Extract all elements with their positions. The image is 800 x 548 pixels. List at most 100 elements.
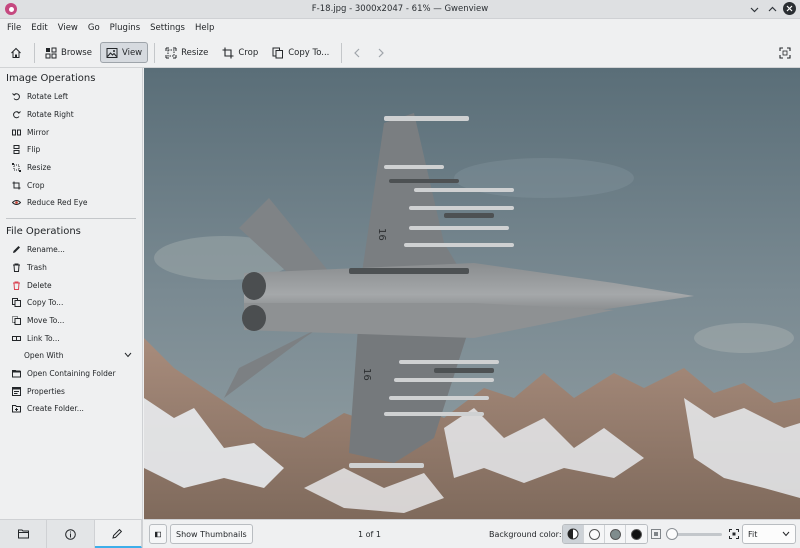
copy-to-label: Copy To...	[27, 298, 64, 308]
properties-item[interactable]: Properties	[0, 382, 142, 400]
crop-icon	[12, 181, 21, 190]
resize-button[interactable]: Resize	[159, 42, 214, 63]
svg-text:16: 16	[361, 368, 372, 381]
menu-file[interactable]: File	[2, 19, 26, 38]
image-operations-heading: Image Operations	[6, 73, 96, 84]
show-thumbnails-button[interactable]: Show Thumbnails	[170, 524, 253, 544]
svg-text:16: 16	[376, 228, 387, 241]
chevron-down-icon	[124, 351, 132, 360]
status-bar: Show Thumbnails 1 of 1 Background color:…	[144, 519, 800, 548]
menu-help[interactable]: Help	[190, 19, 219, 38]
copy-to-item[interactable]: Copy To...	[0, 294, 142, 312]
rotate-left-item[interactable]: Rotate Left	[0, 88, 142, 106]
image-view[interactable]: 16 16	[144, 68, 800, 519]
fullscreen-button[interactable]	[776, 44, 794, 62]
pencil-icon	[112, 528, 123, 539]
flip-item[interactable]: Flip	[0, 141, 142, 159]
grid-icon	[45, 47, 57, 59]
link-to-item[interactable]: Link To...	[0, 329, 142, 347]
zoom-select[interactable]: Fit	[742, 524, 796, 544]
copy-icon	[12, 298, 21, 308]
menu-view[interactable]: View	[53, 19, 83, 38]
chevron-left-icon	[354, 48, 360, 57]
create-folder-item[interactable]: Create Folder...	[0, 400, 142, 418]
home-button[interactable]	[4, 42, 28, 63]
crop-item[interactable]: Crop	[0, 176, 142, 194]
toggle-sidebar-button[interactable]	[149, 524, 167, 544]
flip-label: Flip	[27, 145, 41, 155]
bg-auto-option[interactable]	[563, 525, 584, 543]
flip-icon	[12, 145, 21, 155]
resize-item[interactable]: Resize	[0, 159, 142, 177]
rename-item[interactable]: Rename...	[0, 241, 142, 259]
properties-label: Properties	[27, 386, 65, 396]
zoom-value: Fit	[748, 529, 758, 539]
rename-label: Rename...	[27, 245, 65, 255]
mirror-icon	[12, 128, 21, 137]
copy-to-button[interactable]: Copy To...	[266, 42, 335, 63]
rotate-right-icon	[12, 110, 21, 119]
copy-icon	[272, 47, 284, 59]
zoom-fit-icon[interactable]	[651, 529, 661, 539]
folder-open-icon	[12, 369, 21, 378]
eye-icon	[12, 198, 21, 207]
open-with-item[interactable]: Open With	[0, 347, 142, 365]
pencil-icon	[12, 245, 21, 254]
folder-icon	[17, 529, 29, 539]
toolbar-separator	[154, 42, 156, 63]
delete-item[interactable]: Delete	[0, 276, 142, 294]
menu-bar: File Edit View Go Plugins Settings Help	[0, 19, 800, 38]
link-icon	[12, 334, 21, 343]
open-containing-folder-item[interactable]: Open Containing Folder	[0, 365, 142, 383]
tab-operations[interactable]	[94, 520, 142, 548]
mirror-label: Mirror	[27, 127, 50, 137]
reduce-red-eye-label: Reduce Red Eye	[27, 198, 88, 208]
resize-label: Resize	[27, 163, 52, 173]
rotate-left-icon	[12, 92, 21, 101]
reduce-red-eye-item[interactable]: Reduce Red Eye	[0, 194, 142, 212]
home-icon	[10, 47, 22, 59]
toolbar-separator	[34, 42, 35, 63]
menu-plugins[interactable]: Plugins	[105, 19, 145, 38]
browse-button[interactable]: Browse	[39, 42, 98, 63]
trash-item[interactable]: Trash	[0, 259, 142, 277]
background-color-selector	[562, 524, 648, 544]
zoom-original-icon[interactable]	[729, 529, 739, 539]
bg-neutral-option[interactable]	[605, 525, 626, 543]
resize-icon	[165, 47, 177, 59]
menu-edit[interactable]: Edit	[26, 19, 52, 38]
view-label: View	[121, 47, 143, 58]
close-button[interactable]	[783, 2, 796, 15]
bg-light-option[interactable]	[584, 525, 605, 543]
zoom-slider-handle[interactable]	[666, 528, 678, 540]
tab-folders[interactable]	[0, 520, 48, 548]
page-count: 1 of 1	[358, 529, 381, 539]
tab-information[interactable]	[47, 520, 95, 548]
contrast-icon	[567, 528, 579, 540]
bg-dark-option[interactable]	[626, 525, 647, 543]
chevron-down-icon	[782, 531, 790, 537]
previous-button[interactable]	[346, 42, 368, 63]
move-to-item[interactable]: Move To...	[0, 312, 142, 330]
view-button[interactable]: View	[99, 42, 149, 63]
info-icon	[65, 528, 76, 540]
rotate-right-item[interactable]: Rotate Right	[0, 106, 142, 124]
zoom-slider[interactable]	[666, 527, 722, 541]
main-toolbar: Browse View Resize Crop Copy To...	[0, 38, 800, 68]
resize-icon	[12, 163, 21, 173]
move-icon	[12, 315, 21, 325]
toolbar-separator	[341, 42, 343, 63]
mirror-item[interactable]: Mirror	[0, 123, 142, 141]
sidebar-toggle-icon	[155, 531, 161, 537]
title-bar: F-18.jpg - 3000x2047 - 61% — Gwenview	[0, 0, 800, 19]
next-button[interactable]	[370, 42, 392, 63]
minimize-button[interactable]	[747, 2, 761, 16]
menu-go[interactable]: Go	[83, 19, 105, 38]
maximize-button[interactable]	[765, 2, 779, 16]
chevron-down-icon	[750, 7, 758, 12]
trash-label: Trash	[27, 262, 47, 272]
crop-button[interactable]: Crop	[216, 42, 264, 63]
section-divider	[6, 217, 136, 219]
menu-settings[interactable]: Settings	[145, 19, 190, 38]
image-icon	[106, 47, 118, 59]
